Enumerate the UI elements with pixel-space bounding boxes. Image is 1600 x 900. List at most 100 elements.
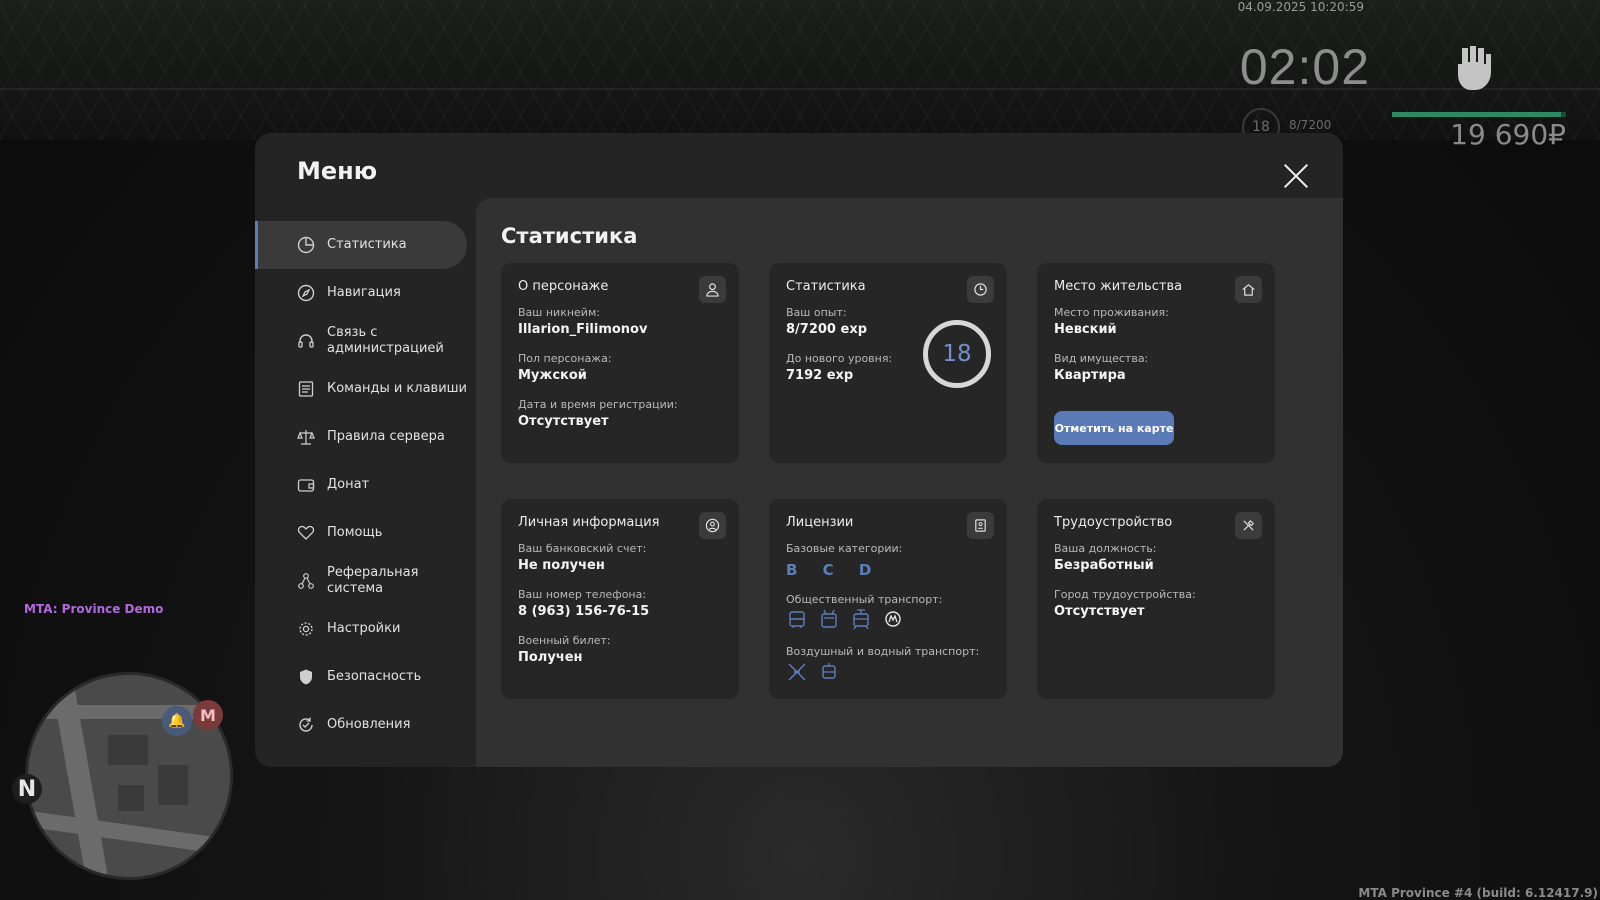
sidebar-item-rules[interactable]: Правила сервера [255,413,467,461]
user-icon [699,276,726,303]
exp-label: Ваш опыт: [786,306,847,319]
sidebar-item-updates[interactable]: Обновления [255,701,467,749]
close-icon[interactable] [1283,163,1309,189]
clock-icon [967,276,994,303]
hud-clock: 02:02 [1239,39,1370,95]
air-water-icons [786,661,840,683]
metro-marker: M [193,700,223,730]
air-water-label: Воздушный и водный транспорт: [786,645,980,658]
sidebar-item-help[interactable]: Помощь [255,509,467,557]
shield-icon [297,668,315,686]
employment-city-value: Отсутствует [1054,604,1145,619]
next-level-label: До нового уровня: [786,352,893,365]
level-badge: 18 [923,320,991,388]
next-level-value: 7192 exp [786,368,854,383]
employment-city-label: Город трудоустройства: [1054,588,1196,601]
hud-health-bar [1392,112,1566,117]
phone-value: 8 (963) 156-76-15 [518,604,650,619]
list-icon [297,380,315,398]
card-title: Трудоустройство [1054,515,1173,530]
plane-icon [786,661,808,683]
headset-icon [297,332,315,350]
card-title: Личная информация [518,515,660,530]
license-icon [967,512,994,539]
card-licenses: Лицензии Базовые категории: B C D Общест… [769,499,1007,699]
position-value: Безработный [1054,558,1154,573]
sidebar-item-admin-contact[interactable]: Связь с администрацией [255,317,467,365]
sidebar-item-commands[interactable]: Команды и клавиши [255,365,467,413]
residence-place-label: Место проживания: [1054,306,1169,319]
sidebar-item-label: Настройки [327,621,401,636]
sidebar-item-donate[interactable]: Донат [255,461,467,509]
sidebar-item-security[interactable]: Безопасность [255,653,467,701]
card-title: О персонаже [518,279,609,294]
base-categories-value: B C D [786,561,882,579]
home-icon [1235,276,1262,303]
refresh-icon [297,716,315,734]
server-tag: MTA: Province Demo [24,602,164,616]
build-info: MTA Province #4 (build: 6.12417.9) [1358,886,1598,900]
residence-place-value: Невский [1054,322,1117,337]
tools-icon [1235,512,1262,539]
referral-icon [297,572,315,590]
page-title: Статистика [501,224,638,248]
compass-icon [297,284,315,302]
nickname-label: Ваш никнейм: [518,306,600,319]
card-title: Лицензии [786,515,854,530]
bank-label: Ваш банковский счет: [518,542,647,555]
gender-label: Пол персонажа: [518,352,612,365]
gear-icon [297,620,315,638]
sidebar-item-navigation[interactable]: Навигация [255,269,467,317]
public-transport-icons [786,609,904,631]
mark-on-map-button[interactable]: Отметить на карте [1054,411,1174,445]
sidebar-item-settings[interactable]: Настройки [255,605,467,653]
sidebar-item-label: Реферальная система [327,565,419,596]
sidebar-item-label: Навигация [327,285,401,300]
sidebar-item-label: Правила сервера [327,429,445,444]
property-label: Вид имущества: [1054,352,1149,365]
card-statistics: Статистика Ваш опыт: 8/7200 exp До новог… [769,263,1007,463]
handshake-icon [297,524,315,542]
phone-label: Ваш номер телефона: [518,588,647,601]
hud-money: 19 690₽ [1450,118,1566,151]
sidebar: Статистика Навигация Связь с администрац… [255,221,467,749]
metro-icon [882,609,904,631]
position-label: Ваша должность: [1054,542,1157,555]
trolleybus-icon [818,609,840,631]
sidebar-item-label: Помощь [327,525,383,540]
registration-label: Дата и время регистрации: [518,398,678,411]
card-character: О персонаже Ваш никнейм: Illarion_Filimo… [501,263,739,463]
north-indicator: N [12,774,42,804]
content-panel: Статистика О персонаже Ваш никнейм: Illa… [476,198,1343,767]
card-title: Место жительства [1054,279,1183,294]
exp-value: 8/7200 exp [786,322,868,337]
sidebar-item-referral[interactable]: Реферальная система [255,557,467,605]
base-categories-label: Базовые категории: [786,542,903,555]
hud-exp: 8/7200 [1289,118,1332,132]
sidebar-item-label: Обновления [327,717,411,732]
menu-modal: Меню Статистика Навигация Связь с админи… [255,133,1343,767]
military-value: Получен [518,650,583,665]
bell-icon: 🔔 [162,706,192,736]
sidebar-item-label: Связь с администрацией [327,325,444,356]
hud-datetime: 04.09.2025 10:20:59 [1237,0,1364,14]
sidebar-item-statistics[interactable]: Статистика [255,221,467,269]
bus-icon [786,609,808,631]
scales-icon [297,428,315,446]
nickname-value: Illarion_Filimonov [518,322,648,337]
card-personal: Личная информация Ваш банковский счет: Н… [501,499,739,699]
sidebar-item-label: Безопасность [327,669,422,684]
bank-value: Не получен [518,558,605,573]
card-title: Статистика [786,279,866,294]
sidebar-item-label: Донат [327,477,370,492]
tram-icon [850,609,872,631]
gender-value: Мужской [518,368,587,383]
wallet-icon [297,476,315,494]
registration-value: Отсутствует [518,414,609,429]
user-circle-icon [699,512,726,539]
pie-chart-icon [297,236,315,254]
military-label: Военный билет: [518,634,611,647]
card-residence: Место жительства Место проживания: Невск… [1037,263,1275,463]
public-transport-label: Общественный транспорт: [786,593,943,606]
modal-title: Меню [297,157,378,185]
